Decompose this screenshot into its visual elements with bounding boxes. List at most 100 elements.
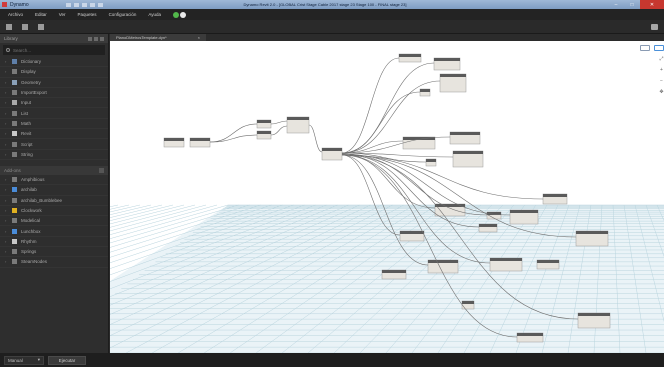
library-item-importexport[interactable]: › ImportExport	[0, 88, 108, 99]
chevron-right-icon: ›	[5, 208, 7, 213]
node-header	[257, 131, 271, 134]
library-item-input[interactable]: › Input	[0, 98, 108, 109]
library-item-math[interactable]: › Math	[0, 119, 108, 130]
dynamo-app-icon	[2, 2, 7, 7]
search-input[interactable]	[13, 47, 103, 53]
save-file-icon[interactable]	[38, 23, 44, 30]
library-item-string[interactable]: › String	[0, 150, 108, 160]
chevron-right-icon: ›	[5, 259, 7, 265]
category-icon	[12, 197, 17, 203]
graph-canvas[interactable]	[110, 41, 664, 353]
chevron-right-icon: ›	[5, 59, 7, 65]
node-header	[517, 333, 543, 336]
wire	[341, 140, 404, 154]
app-name: Dynamo	[10, 1, 29, 8]
addon-item-lunchbox[interactable]: › Lunchbox	[0, 226, 108, 237]
chevron-right-icon: ›	[5, 187, 7, 193]
node-header	[287, 117, 309, 120]
open-icon[interactable]	[74, 2, 79, 7]
category-icon	[12, 177, 17, 183]
addon-item-clockwork[interactable]: › Clockwork	[0, 206, 108, 217]
addon-item-archilab-bumblebee[interactable]: › archilab_Bumblebee	[0, 196, 108, 206]
library-item-label: String	[21, 151, 33, 157]
wire	[209, 123, 258, 143]
wire	[209, 134, 258, 143]
menu-paquetes[interactable]: Paquetes	[78, 12, 97, 17]
addon-item-rhythm[interactable]: › Rhythm	[0, 237, 108, 248]
window-controls: – □ ✕	[608, 0, 664, 9]
category-icon	[12, 110, 17, 116]
library-item-display[interactable]: › Display	[0, 67, 108, 78]
wire	[270, 125, 288, 136]
library-item-label: Revit	[21, 131, 32, 137]
zoom-fit-icon[interactable]: ⤢	[659, 57, 663, 62]
addon-item-label: Rhythm	[21, 238, 37, 244]
library-search[interactable]	[3, 45, 105, 55]
collapse-icon[interactable]	[99, 167, 104, 173]
redo-icon[interactable]	[98, 2, 103, 7]
node-header	[479, 224, 497, 227]
chevron-right-icon: ›	[5, 120, 7, 126]
run-button[interactable]: Ejecutar	[48, 355, 86, 365]
addons-header[interactable]: Add-ons	[0, 165, 108, 175]
addon-item-springs[interactable]: › Springs	[0, 247, 108, 258]
addon-item-label: Amphibious	[21, 177, 45, 183]
library-header: Library	[0, 34, 108, 43]
graph-view-button[interactable]	[640, 45, 650, 51]
dynamo-logo	[173, 11, 187, 18]
new-icon[interactable]	[66, 2, 71, 7]
library-item-script[interactable]: › Script	[0, 139, 108, 150]
addon-item-label: archilab	[21, 187, 37, 193]
node-header	[420, 89, 430, 92]
addon-item-modelical[interactable]: › Modelical	[0, 216, 108, 227]
library-item-label: List	[21, 110, 29, 116]
layout-icon[interactable]	[94, 36, 98, 41]
addon-item-amphibious[interactable]: › Amphibious	[0, 175, 108, 186]
menu-archivo[interactable]: Archivo	[8, 12, 23, 17]
menu-ayuda[interactable]: Ayuda	[148, 12, 161, 17]
library-item-dictionary[interactable]: › Dictionary	[0, 57, 108, 68]
node-header	[537, 260, 559, 263]
menu-bar: Archivo Editar Ver Paquetes Configuració…	[0, 9, 664, 20]
tab-close-icon[interactable]: ×	[198, 35, 200, 40]
menu-configuracion[interactable]: Configuración	[109, 12, 137, 17]
addon-item-steamnodes[interactable]: › SteamNodes	[0, 257, 108, 268]
pan-icon[interactable]: ✥	[659, 90, 663, 95]
zoom-out-icon[interactable]: −	[660, 79, 663, 84]
category-icon	[12, 259, 17, 265]
node-header	[428, 260, 458, 263]
save-icon[interactable]	[82, 2, 87, 7]
zoom-in-icon[interactable]: +	[660, 68, 663, 73]
category-icon	[12, 208, 17, 213]
3d-view-button[interactable]	[654, 45, 664, 51]
library-item-list[interactable]: › List	[0, 108, 108, 119]
close-button[interactable]: ✕	[640, 0, 664, 9]
chevron-right-icon: ›	[5, 197, 7, 203]
node-header	[543, 194, 567, 197]
menu-ver[interactable]: Ver	[59, 12, 66, 17]
menu-editar[interactable]: Editar	[35, 12, 47, 17]
run-mode-select[interactable]: Manual ▾	[4, 355, 44, 365]
new-file-icon[interactable]	[6, 23, 12, 30]
minimize-button[interactable]: –	[608, 0, 624, 9]
node-header	[382, 270, 406, 273]
chevron-right-icon: ›	[5, 249, 7, 255]
library-item-geometry[interactable]: › Geometry	[0, 78, 108, 88]
node-header	[510, 210, 538, 213]
addon-item-label: archilab_Bumblebee	[21, 197, 63, 203]
filter-icon[interactable]	[88, 36, 92, 41]
maximize-button[interactable]: □	[624, 0, 640, 9]
tab-graph[interactable]: PlanoDMetrosTemplate.dyn* ×	[110, 34, 206, 41]
run-mode-value: Manual	[8, 357, 23, 363]
graph-workspace[interactable]: ⤢ + − ✥	[110, 41, 664, 353]
addons-title: Add-ons	[4, 167, 21, 173]
addon-item-label: SteamNodes	[21, 259, 48, 265]
open-file-icon[interactable]	[22, 23, 28, 30]
chevron-down-icon: ▾	[37, 357, 40, 362]
camera-icon[interactable]	[651, 24, 658, 30]
undo-icon[interactable]	[90, 2, 95, 7]
node-header	[576, 231, 608, 234]
more-icon[interactable]	[100, 36, 104, 41]
addon-item-archilab[interactable]: › archilab	[0, 185, 108, 196]
library-item-revit[interactable]: › Revit	[0, 129, 108, 140]
